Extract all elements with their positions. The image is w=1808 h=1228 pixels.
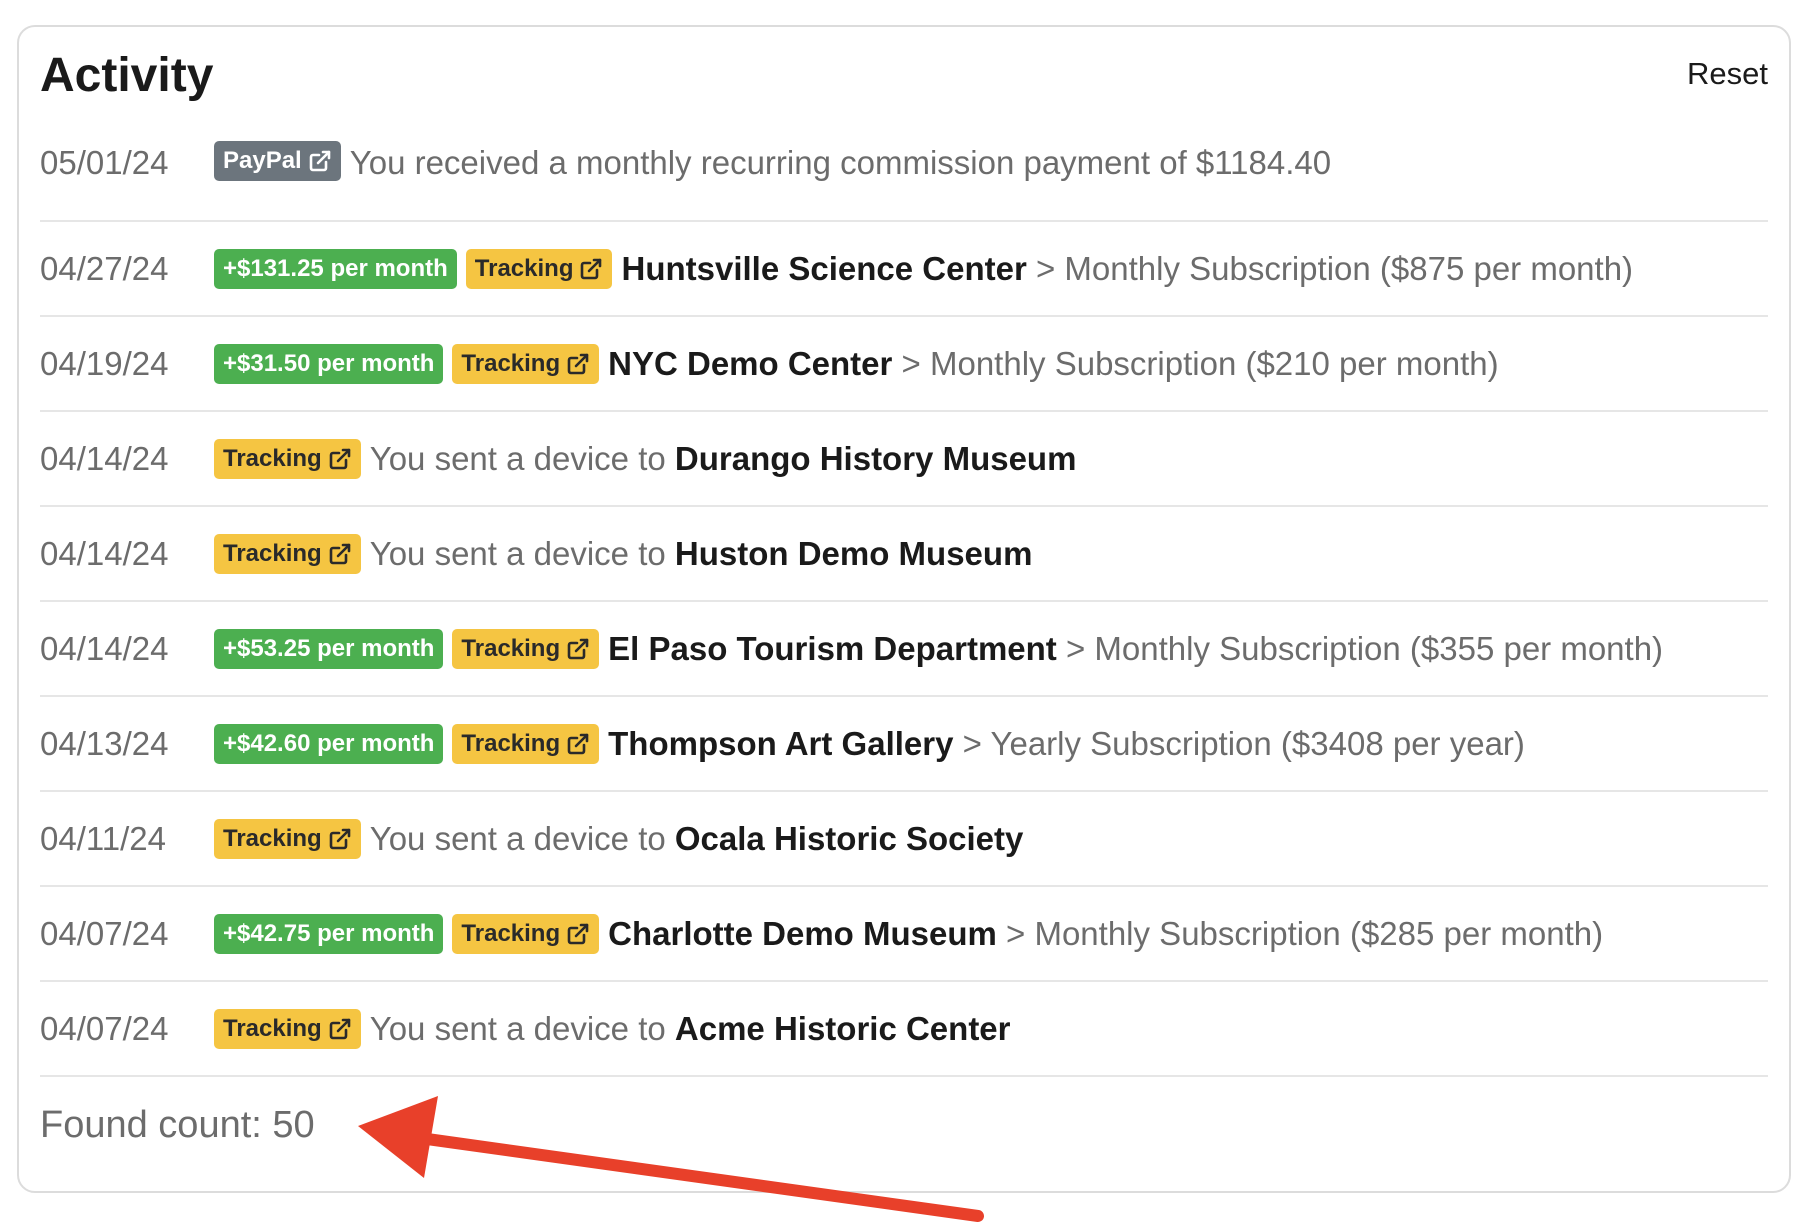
subscription-detail: > Monthly Subscription ($210 per month)	[892, 344, 1499, 382]
organization-name: El Paso Tourism Department	[608, 629, 1057, 667]
tracking-badge[interactable]: Tracking	[452, 913, 600, 954]
activity-header: Activity Reset	[40, 46, 1768, 106]
activity-row: 05/01/24 PayPal You received a monthly r…	[40, 127, 1768, 222]
paypal-badge[interactable]: PayPal	[214, 141, 341, 181]
activity-date: 04/07/24	[40, 1009, 169, 1047]
commission-badge: +$131.25 per month	[214, 248, 457, 289]
activity-row: 04/14/24 Tracking You sent a device to D…	[40, 412, 1768, 507]
external-link-icon	[329, 448, 351, 469]
external-link-icon	[567, 923, 589, 944]
tracking-badge-label: Tracking	[461, 349, 561, 377]
activity-date: 04/19/24	[40, 344, 169, 382]
activity-text: You sent a device to	[369, 1009, 675, 1047]
activity-date: 04/14/24	[40, 439, 169, 477]
activity-row: 04/14/24 Tracking You sent a device to H…	[40, 507, 1768, 602]
activity-list: 05/01/24 PayPal You received a monthly r…	[40, 127, 1768, 1077]
activity-date: 04/07/24	[40, 914, 169, 952]
commission-badge: +$42.75 per month	[214, 913, 444, 954]
external-link-icon	[329, 1018, 351, 1039]
activity-row: 04/13/24 +$42.60 per month Tracking Thom…	[40, 697, 1768, 792]
tracking-badge-label: Tracking	[223, 539, 322, 567]
tracking-badge-label: Tracking	[223, 1014, 322, 1042]
page-title: Activity	[40, 49, 214, 102]
tracking-badge-label: Tracking	[461, 634, 561, 662]
external-link-icon	[581, 258, 602, 279]
activity-date: 04/13/24	[40, 724, 169, 762]
organization-name: Ocala Historic Society	[674, 819, 1024, 857]
tracking-badge-label: Tracking	[223, 444, 322, 472]
activity-row: 04/11/24 Tracking You sent a device to O…	[40, 792, 1768, 887]
activity-text: You received a monthly recurring commiss…	[349, 144, 1332, 181]
activity-date: 04/14/24	[40, 534, 169, 572]
commission-badge: +$31.50 per month	[214, 343, 444, 384]
activity-date: 04/11/24	[40, 819, 167, 857]
external-link-icon	[567, 353, 589, 374]
tracking-badge[interactable]: Tracking	[214, 438, 361, 479]
external-link-icon	[329, 828, 351, 849]
subscription-detail: > Monthly Subscription ($875 per month)	[1026, 249, 1634, 287]
organization-name: Charlotte Demo Museum	[608, 914, 997, 952]
tracking-badge[interactable]: Tracking	[214, 533, 361, 574]
tracking-badge[interactable]: Tracking	[214, 818, 361, 859]
organization-name: NYC Demo Center	[608, 344, 893, 382]
activity-row: 04/19/24 +$31.50 per month Tracking NYC …	[40, 317, 1768, 412]
activity-date: 04/14/24	[40, 629, 169, 667]
activity-date: 04/27/24	[40, 249, 169, 287]
subscription-detail: > Monthly Subscription ($285 per month)	[996, 914, 1604, 952]
organization-name: Thompson Art Gallery	[608, 724, 954, 762]
tracking-badge[interactable]: Tracking	[452, 723, 600, 764]
activity-date: 05/01/24	[40, 144, 169, 181]
paypal-badge-label: PayPal	[223, 147, 302, 174]
tracking-badge-label: Tracking	[223, 824, 322, 852]
tracking-badge-label: Tracking	[461, 919, 561, 947]
subscription-detail: > Yearly Subscription ($3408 per year)	[953, 724, 1525, 762]
external-link-icon	[329, 543, 351, 564]
organization-name: Huntsville Science Center	[621, 249, 1027, 287]
activity-text: You sent a device to	[369, 439, 675, 477]
tracking-badge[interactable]: Tracking	[214, 1008, 361, 1049]
organization-name: Durango History Museum	[674, 439, 1077, 477]
reset-button[interactable]: Reset	[1687, 54, 1768, 94]
found-count: Found count: 50	[40, 1104, 315, 1146]
tracking-badge[interactable]: Tracking	[465, 248, 613, 289]
tracking-badge-label: Tracking	[474, 254, 574, 282]
activity-row: 04/07/24 +$42.75 per month Tracking Char…	[40, 887, 1768, 982]
organization-name: Acme Historic Center	[674, 1009, 1011, 1047]
commission-badge: +$42.60 per month	[214, 723, 444, 764]
commission-badge: +$53.25 per month	[214, 628, 444, 669]
organization-name: Huston Demo Museum	[674, 534, 1033, 572]
activity-row: 04/07/24 Tracking You sent a device to A…	[40, 982, 1768, 1077]
activity-row: 04/14/24 +$53.25 per month Tracking El P…	[40, 602, 1768, 697]
tracking-badge-label: Tracking	[461, 729, 561, 757]
external-link-icon	[567, 638, 589, 659]
tracking-badge[interactable]: Tracking	[452, 343, 600, 384]
tracking-badge[interactable]: Tracking	[452, 628, 600, 669]
activity-text: You sent a device to	[369, 534, 675, 572]
external-link-icon	[567, 733, 589, 754]
external-link-icon	[309, 150, 331, 172]
activity-text: You sent a device to	[369, 819, 675, 857]
subscription-detail: > Monthly Subscription ($355 per month)	[1056, 629, 1664, 667]
activity-row: 04/27/24 +$131.25 per month Tracking Hun…	[40, 222, 1768, 317]
